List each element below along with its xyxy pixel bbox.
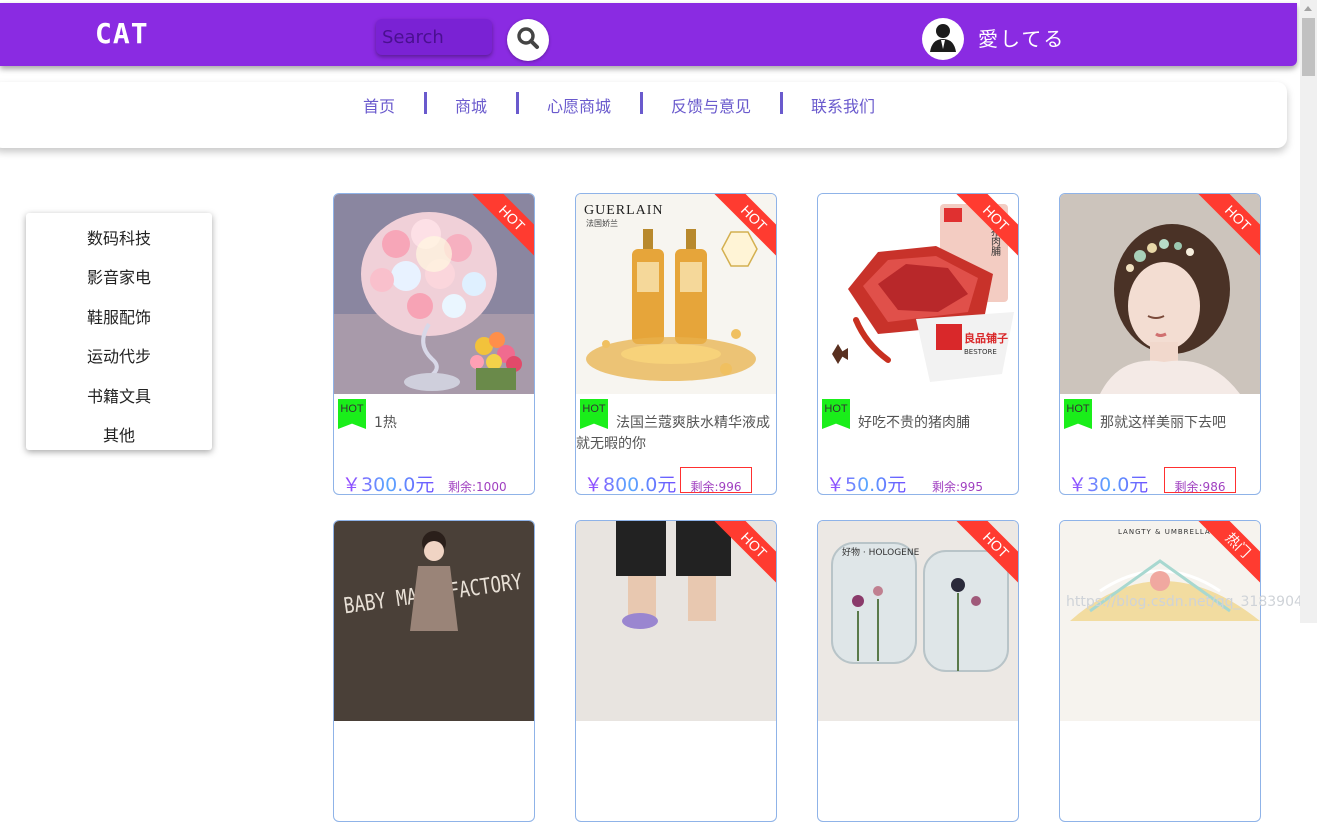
user-avatar[interactable] xyxy=(922,18,964,60)
product-stock: 剩余:986 xyxy=(1164,467,1236,494)
product-stock: 剩余:996 xyxy=(680,467,752,494)
username[interactable]: 愛してる xyxy=(978,23,1065,52)
product-card[interactable]: HOT HOT 那就这样美丽下去吧 ￥30.0元 剩余:986 xyxy=(1059,193,1261,495)
search-button[interactable] xyxy=(507,19,549,61)
main-nav: 首页 商城 心愿商城 反馈与意见 联系我们 xyxy=(0,82,1287,148)
nav-separator xyxy=(640,92,643,114)
product-card[interactable]: HOT HOT 1热 ￥300.0元 剩余:1000 xyxy=(333,193,535,495)
category-transport[interactable]: 运动代步 xyxy=(26,343,212,367)
category-other[interactable]: 其他 xyxy=(26,422,212,446)
product-title[interactable]: 那就这样美丽下去吧 xyxy=(1060,413,1258,434)
nav-separator xyxy=(516,92,519,114)
product-card[interactable]: 猪肉脯 良品铺子 BESTORE HOT HOT 好吃不贵的猪肉脯 ￥50.0元… xyxy=(817,193,1019,495)
product-card[interactable]: GUERLAIN 法国娇兰 HOT HOT 法国兰蔻爽肤水精华液成就无暇的你 ￥… xyxy=(575,193,777,495)
brand-label: 良品铺子 xyxy=(964,331,1008,345)
search-icon xyxy=(515,25,541,55)
product-title[interactable]: 法国兰蔻爽肤水精华液成就无暇的你 xyxy=(576,413,774,455)
product-price: ￥300.0元 xyxy=(342,470,434,494)
scroll-thumb[interactable] xyxy=(1302,18,1315,76)
nav-item-mall[interactable]: 商城 xyxy=(455,93,487,117)
image-brand-text: LANGTY & UMBRELLA xyxy=(1118,528,1211,536)
category-appliances[interactable]: 影音家电 xyxy=(26,264,212,288)
top-header-bar: CAT 愛してる xyxy=(0,3,1297,66)
product-price: ￥30.0元 xyxy=(1068,470,1148,494)
watermark: https://blog.csdn.net/qq_31839041 xyxy=(1066,594,1312,610)
category-digital-tech[interactable]: 数码科技 xyxy=(26,225,212,249)
product-card[interactable]: 好物 · HOLOGENE HOT xyxy=(817,520,1019,822)
nav-item-feedback[interactable]: 反馈与意见 xyxy=(671,93,751,117)
brand-logo-cn: 法国娇兰 xyxy=(586,218,618,228)
nav-item-home[interactable]: 首页 xyxy=(363,93,395,117)
nav-separator xyxy=(780,92,783,114)
product-card[interactable]: HOT xyxy=(575,520,777,822)
scroll-up-icon[interactable] xyxy=(1304,6,1312,11)
search-input[interactable] xyxy=(376,19,492,55)
category-sidebar: 数码科技 影音家电 鞋服配饰 运动代步 书籍文具 其他 xyxy=(26,213,212,450)
nav-separator xyxy=(424,92,427,114)
category-books[interactable]: 书籍文具 xyxy=(26,383,212,407)
product-stock: 剩余:995 xyxy=(932,480,983,494)
site-logo[interactable]: CAT xyxy=(95,17,149,50)
nav-item-wishlist-mall[interactable]: 心愿商城 xyxy=(547,93,611,117)
product-card[interactable]: BABY MARS FACTORY xyxy=(333,520,535,822)
nav-item-contact[interactable]: 联系我们 xyxy=(811,93,875,117)
product-stock: 剩余:1000 xyxy=(448,480,507,494)
brand-logo-text: GUERLAIN xyxy=(584,203,664,218)
product-title[interactable]: 好吃不贵的猪肉脯 xyxy=(818,413,1016,434)
product-title[interactable]: 1热 xyxy=(334,413,532,434)
page-scrollbar[interactable] xyxy=(1300,0,1317,623)
image-label-text: 好物 · HOLOGENE xyxy=(842,546,920,558)
product-card[interactable]: LANGTY & UMBRELLA 热门 xyxy=(1059,520,1261,822)
brand-label-en: BESTORE xyxy=(964,348,997,356)
user-avatar-icon xyxy=(922,18,964,60)
product-price: ￥50.0元 xyxy=(826,470,906,494)
product-image-dress[interactable]: BABY MARS FACTORY xyxy=(334,521,534,721)
product-price: ￥800.0元 xyxy=(584,470,676,494)
category-apparel[interactable]: 鞋服配饰 xyxy=(26,304,212,328)
